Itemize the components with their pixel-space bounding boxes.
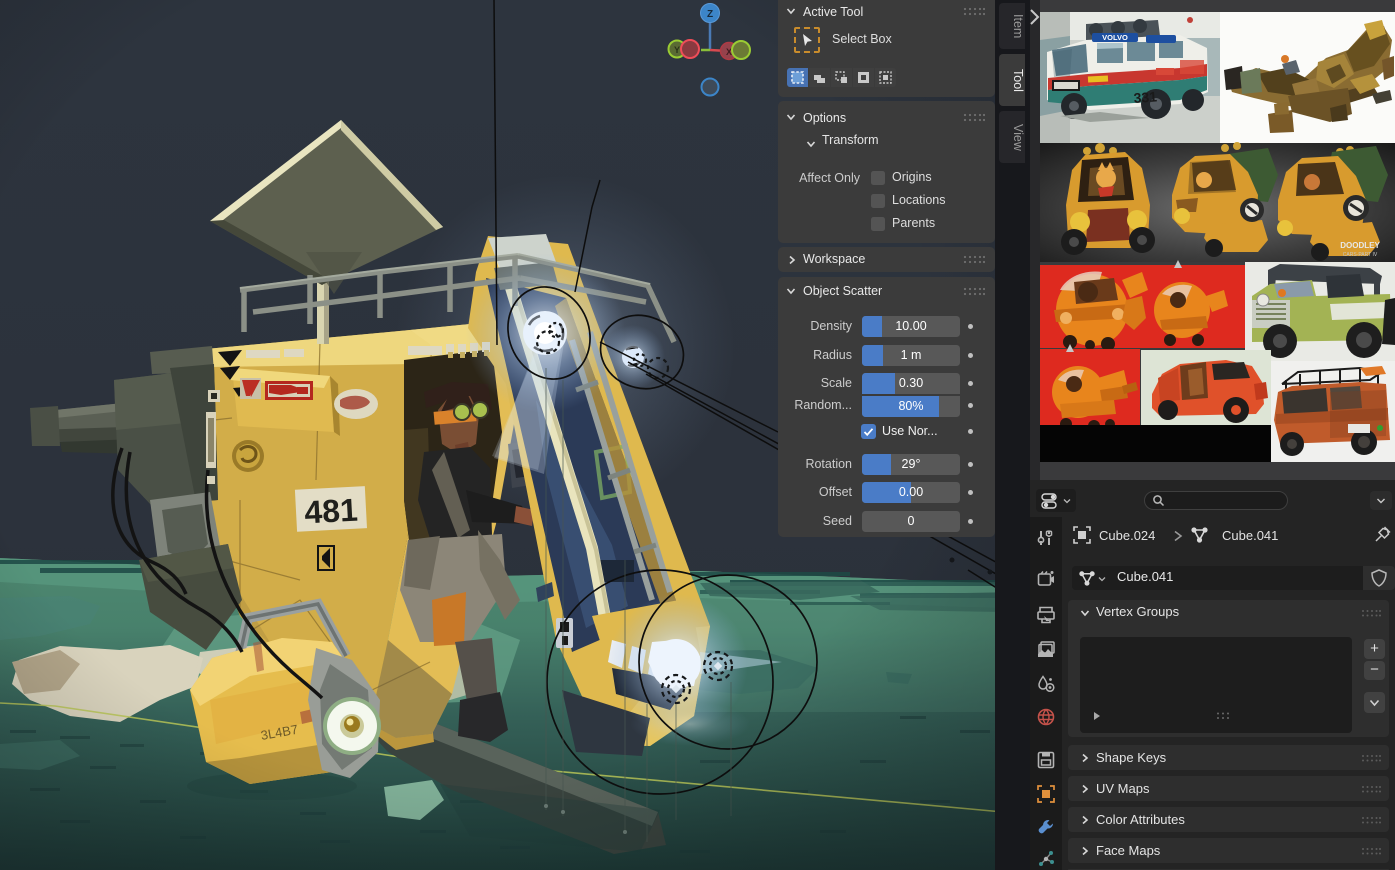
svg-text:X: X <box>726 47 732 57</box>
svg-text:331: 331 <box>1133 88 1158 106</box>
svg-text:VOLVO: VOLVO <box>1102 33 1128 42</box>
svg-text:DOODLEY: DOODLEY <box>1340 241 1380 250</box>
svg-text:CARS·PART IV: CARS·PART IV <box>1343 252 1378 258</box>
svg-text:Y: Y <box>674 45 680 55</box>
svg-text:Z: Z <box>707 9 713 20</box>
